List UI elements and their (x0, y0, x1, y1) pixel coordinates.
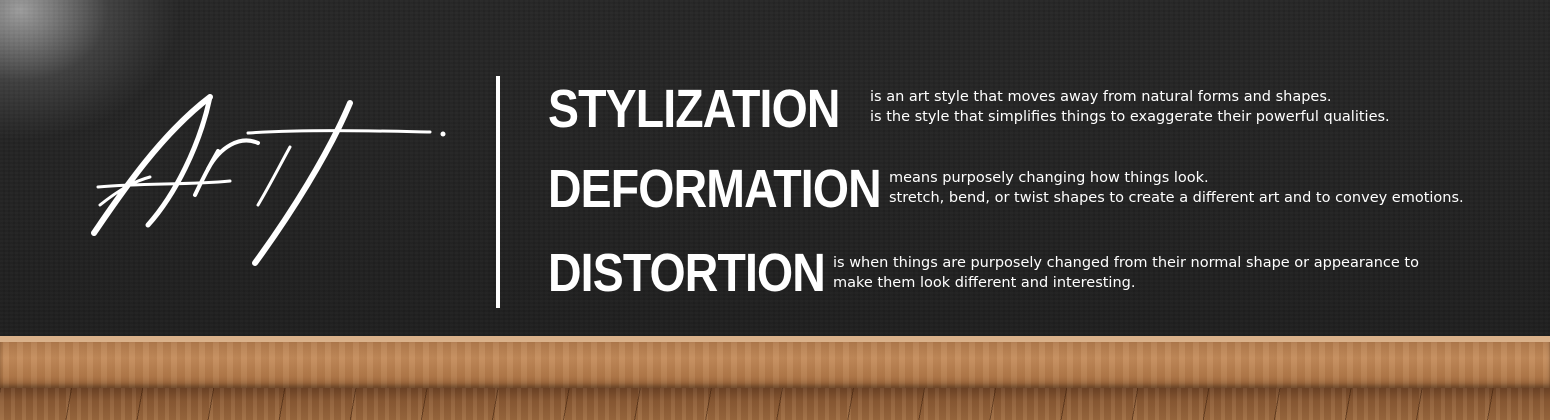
term-description: means purposely changing how things look… (889, 168, 1464, 208)
art-script-logo (91, 94, 446, 266)
description-line: stretch, bend, or twist shapes to create… (889, 190, 1464, 206)
term-heading: DISTORTION (548, 243, 826, 303)
description-line: make them look different and interesting… (833, 275, 1136, 291)
description-line: is an art style that moves away from nat… (870, 89, 1332, 105)
description-line: means purposely changing how things look… (889, 170, 1209, 186)
term-heading: STYLIZATION (548, 79, 840, 139)
wooden-baseboard (0, 342, 1550, 388)
description-line: is the style that simplifies things to e… (870, 109, 1390, 125)
description-line: is when things are purposely changed fro… (833, 255, 1419, 271)
vertical-divider (496, 76, 500, 308)
term-description: is an art style that moves away from nat… (870, 87, 1390, 127)
wooden-floor (0, 388, 1550, 420)
entry-distortion: DISTORTION is when things are purposely … (548, 243, 1419, 303)
entry-deformation: DEFORMATION means purposely changing how… (548, 159, 1464, 219)
term-description: is when things are purposely changed fro… (833, 253, 1419, 293)
term-heading: DEFORMATION (548, 159, 882, 219)
entry-stylization: STYLIZATION is an art style that moves a… (548, 79, 1390, 139)
